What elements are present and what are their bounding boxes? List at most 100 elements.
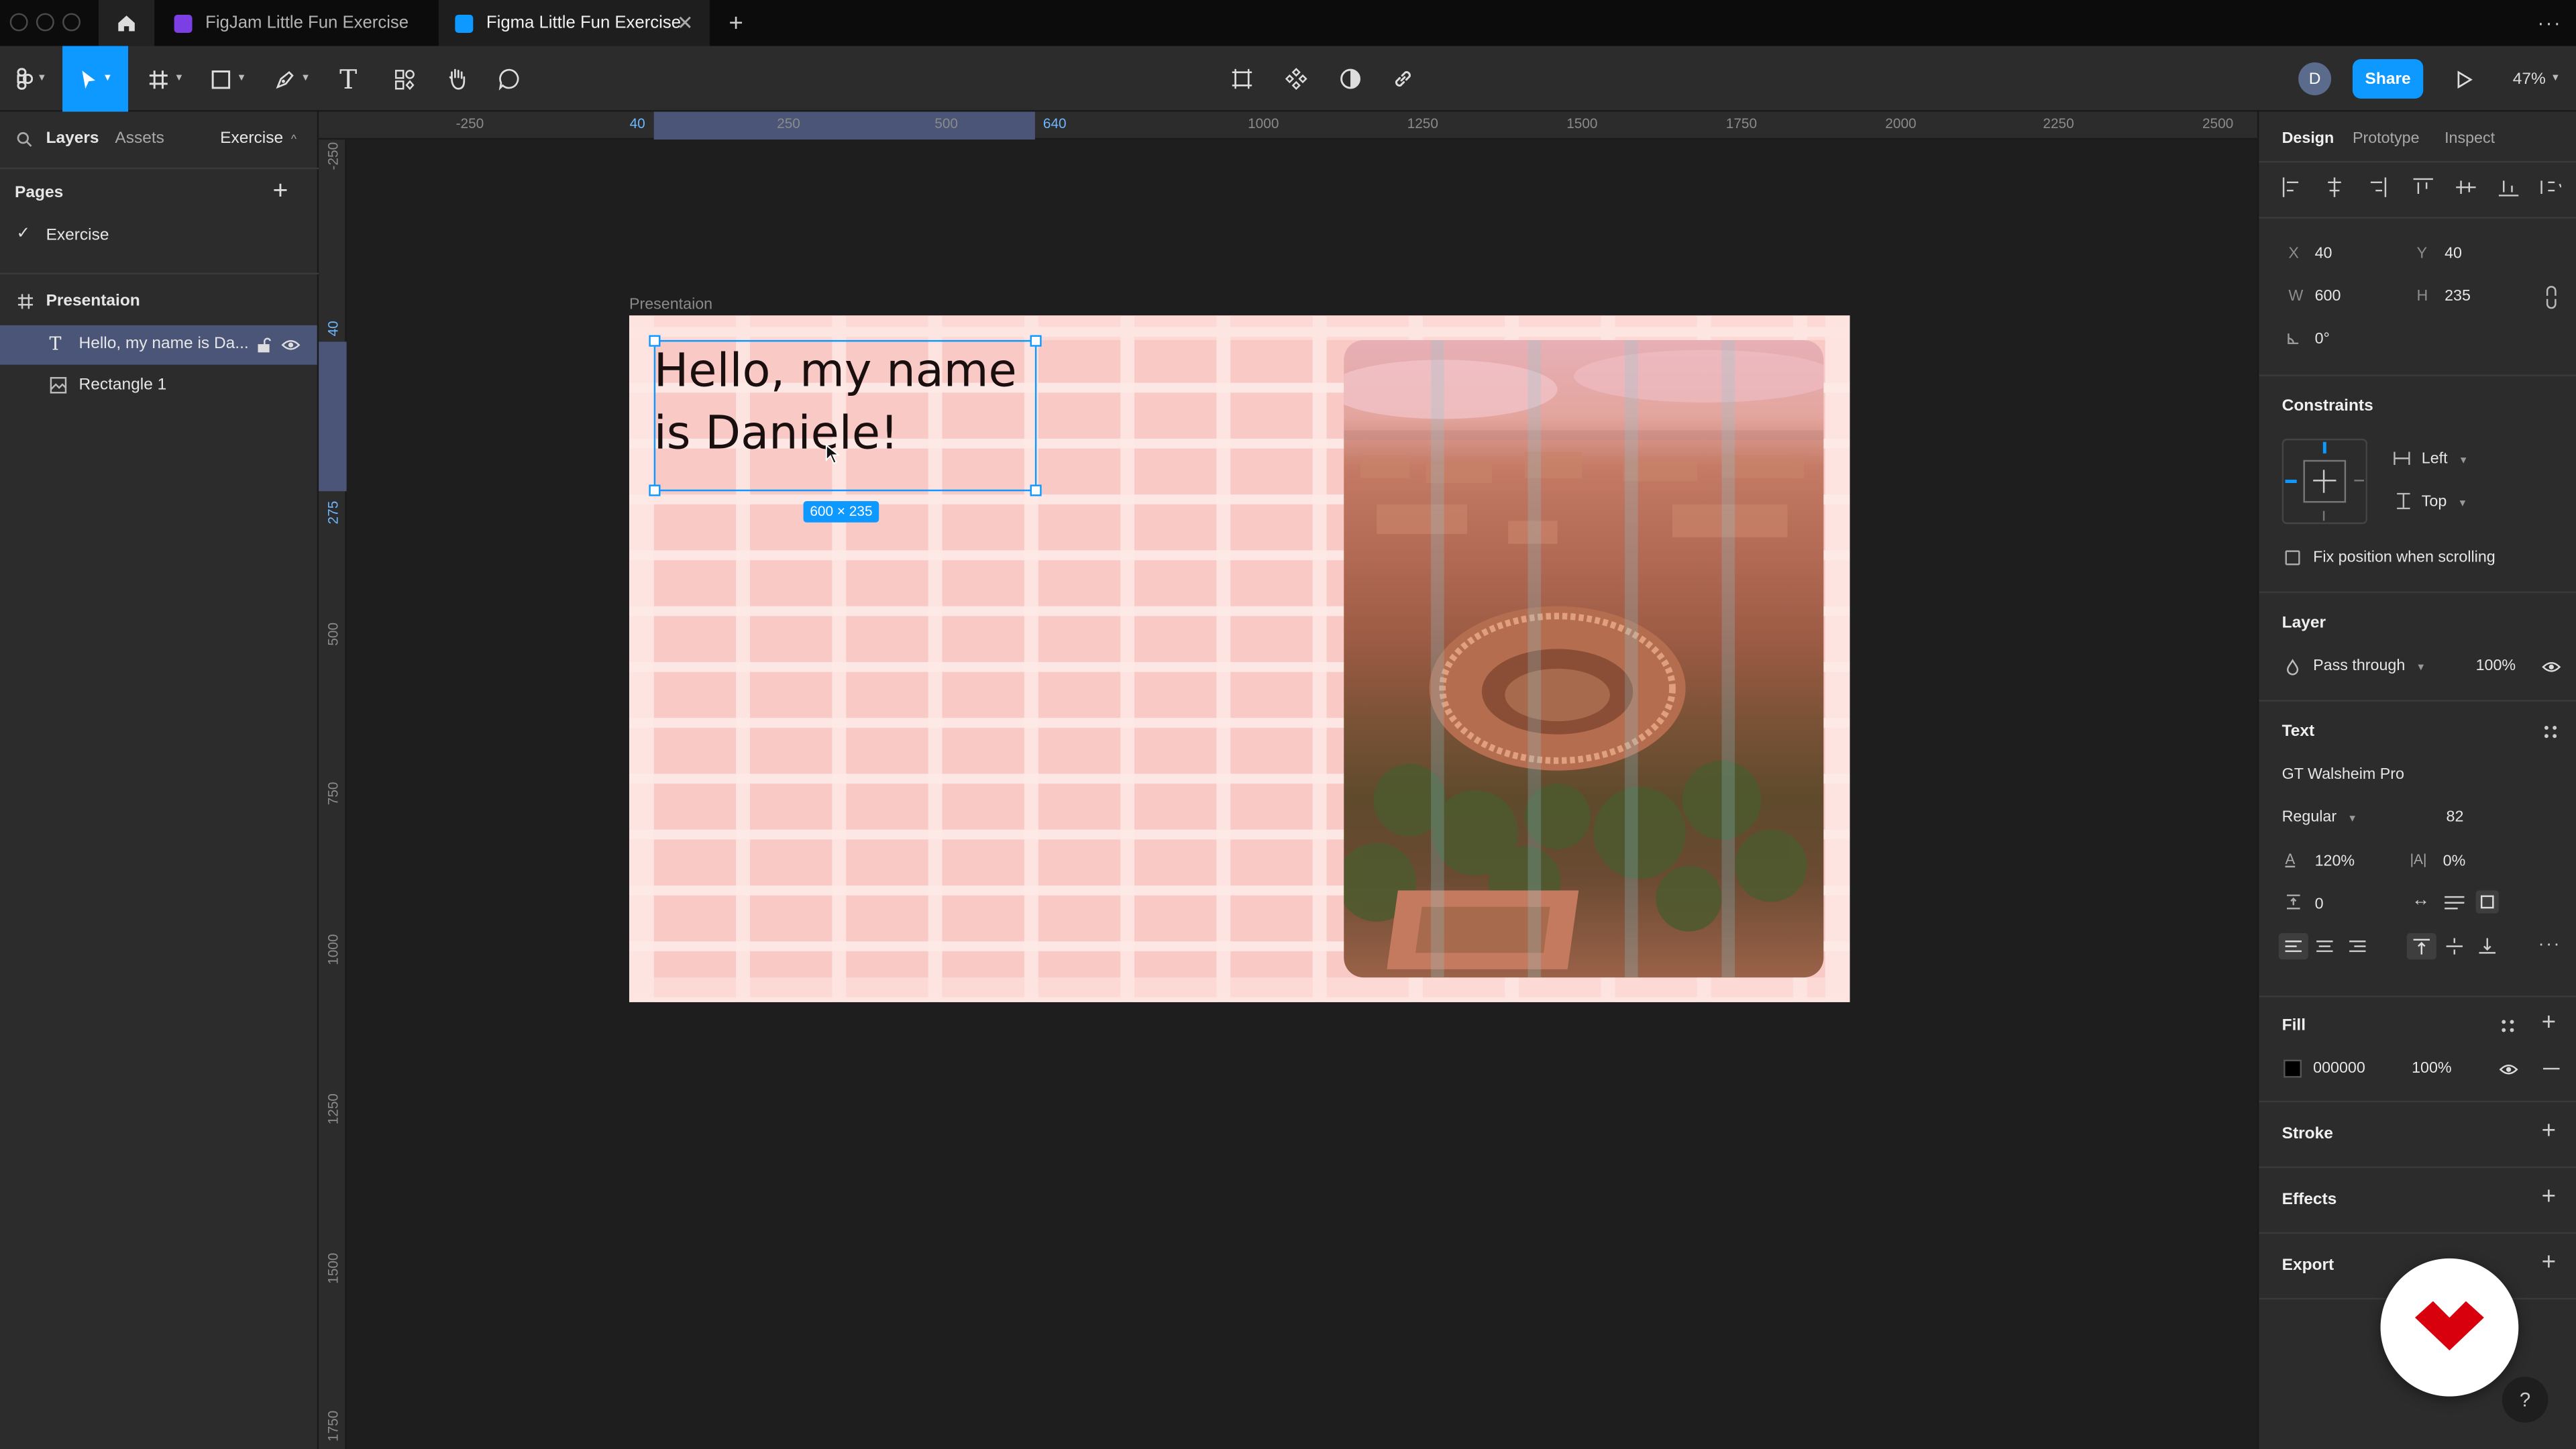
mask-button[interactable] [1334,46,1367,112]
main-menu-button[interactable]: ▼ [7,46,56,112]
window-minimize-button[interactable] [36,13,54,32]
align-top-toggle[interactable] [2406,933,2436,960]
share-button[interactable]: Share [2352,59,2424,99]
crop-button[interactable] [1226,46,1258,112]
add-export-button[interactable]: + [2542,1248,2556,1277]
shape-tool-button[interactable]: ▼ [204,46,253,112]
presentation-frame[interactable]: Hello, my name is Daniele! 600 × 235 [629,315,1850,1002]
frame-tool-button[interactable]: ▼ [142,46,191,112]
fill-hex-field[interactable]: 000000 [2313,1060,2365,1078]
horizontal-constraint-dropdown[interactable]: Left ▼ [2422,450,2469,468]
layer-item-rectangle[interactable]: Rectangle 1 [0,370,317,402]
right-constraint-marker[interactable] [2354,480,2365,482]
tab-figjam[interactable]: FigJam Little Fun Exercise [158,0,437,46]
paragraph-spacing-field[interactable]: 0 [2315,896,2324,914]
layer-opacity-field[interactable]: 100% [2476,657,2516,676]
eye-icon[interactable] [2499,1063,2518,1076]
fill-styles-grid-icon[interactable] [2500,1018,2515,1033]
fill-opacity-field[interactable]: 100% [2412,1060,2452,1078]
more-text-options-icon[interactable]: ··· [2538,934,2561,954]
eye-icon[interactable] [281,338,301,352]
page-selector[interactable]: Exercise ^ [220,129,297,148]
left-constraint-marker[interactable] [2285,480,2297,484]
divider [2259,217,2576,219]
resize-handle[interactable] [649,335,661,347]
pen-tool-button[interactable]: ▼ [268,46,317,112]
align-right-icon[interactable] [2349,940,2366,953]
width-field[interactable]: 600 [2315,288,2341,306]
layer-item-text[interactable]: T Hello, my name is Da... [0,325,317,365]
tab-figma[interactable]: Figma Little Fun Exercise ✕ [438,0,710,46]
canvas[interactable]: Presentaion Hello, my name is Daniele! 6… [346,140,2257,1449]
avatar-initial: D [2308,70,2321,89]
link-button[interactable] [1387,46,1419,112]
text-tool-button[interactable]: T [332,46,365,112]
more-options-icon[interactable]: ··· [2530,0,2569,46]
help-button[interactable]: ? [2502,1377,2548,1423]
present-button[interactable] [2448,46,2481,112]
comment-tool-button[interactable] [493,46,526,112]
fixed-size-toggle[interactable] [2475,890,2499,914]
layers-panel: Layers Assets Exercise ^ Pages + ✓ Exerc… [0,111,319,1449]
fix-position-checkbox[interactable] [2285,550,2300,566]
align-left-toggle[interactable] [2278,933,2308,960]
hand-tool-button[interactable] [440,46,473,112]
zoom-dropdown[interactable]: 47% ▼ [2504,46,2569,112]
page-selector-label: Exercise [220,129,284,148]
resources-button[interactable] [388,46,421,112]
height-field[interactable]: 235 [2445,288,2471,306]
vertical-constraint-dropdown[interactable]: Top ▼ [2422,493,2467,511]
user-avatar[interactable]: D [2298,62,2332,96]
layer-item-frame[interactable]: Presentaion [0,286,317,319]
align-bottom-icon[interactable] [2479,938,2496,954]
new-tab-button[interactable]: + [720,0,753,46]
close-tab-icon[interactable]: ✕ [677,11,694,34]
alignment-toolbar[interactable] [2282,177,2561,197]
frame-hash-icon [149,70,168,89]
blend-mode-dropdown[interactable]: Pass through ▼ [2313,657,2426,676]
tab-assets[interactable]: Assets [115,129,164,148]
letter-spacing-field[interactable]: 0% [2443,853,2466,871]
rectangle-1-image[interactable] [1344,339,1824,978]
text-styles-grid-icon[interactable] [2543,724,2558,739]
fill-color-swatch[interactable] [2284,1059,2302,1078]
add-stroke-button[interactable]: + [2542,1117,2556,1145]
window-close-button[interactable] [9,13,28,32]
add-effect-button[interactable]: + [2542,1183,2556,1211]
unlock-icon[interactable] [256,337,272,353]
home-tab[interactable] [98,0,155,46]
font-weight-dropdown[interactable]: Regular ▼ [2282,808,2357,826]
add-page-button[interactable]: + [273,177,288,207]
window-zoom-button[interactable] [62,13,81,32]
page-item-exercise[interactable]: ✓ Exercise [0,220,317,253]
font-family-field[interactable]: GT Walsheim Pro [2282,765,2404,784]
x-field[interactable]: 40 [2315,245,2332,263]
align-center-icon[interactable] [2316,940,2333,953]
constraints-widget[interactable] [2282,438,2367,525]
add-fill-button[interactable]: + [2542,1009,2556,1037]
resize-handle[interactable] [1030,484,1042,496]
resize-handle[interactable] [1030,335,1042,347]
search-icon[interactable] [16,131,32,148]
auto-height-icon[interactable] [2445,896,2465,910]
create-component-button[interactable] [1280,46,1313,112]
tab-design[interactable]: Design [2282,129,2334,148]
eye-icon[interactable] [2542,660,2561,674]
tab-layers[interactable]: Layers [46,129,99,148]
bottom-constraint-marker[interactable] [2322,511,2325,521]
auto-width-icon[interactable]: ↔ [2412,890,2430,910]
tab-inspect[interactable]: Inspect [2445,129,2495,148]
frame-label[interactable]: Presentaion [629,296,712,314]
line-height-field[interactable]: 120% [2315,853,2355,871]
top-constraint-marker[interactable] [2322,441,2326,453]
resize-handle[interactable] [649,484,661,496]
rotation-field[interactable]: 0° [2315,330,2330,348]
constrain-proportions-icon[interactable] [2544,286,2558,309]
y-field[interactable]: 40 [2445,245,2462,263]
move-tool-button[interactable]: ▼ [62,46,129,112]
stroke-heading: Stroke [2282,1125,2333,1144]
remove-fill-icon[interactable] [2543,1067,2560,1070]
tab-prototype[interactable]: Prototype [2353,129,2420,148]
font-size-field[interactable]: 82 [2447,808,2464,826]
align-middle-icon[interactable] [2446,938,2463,955]
